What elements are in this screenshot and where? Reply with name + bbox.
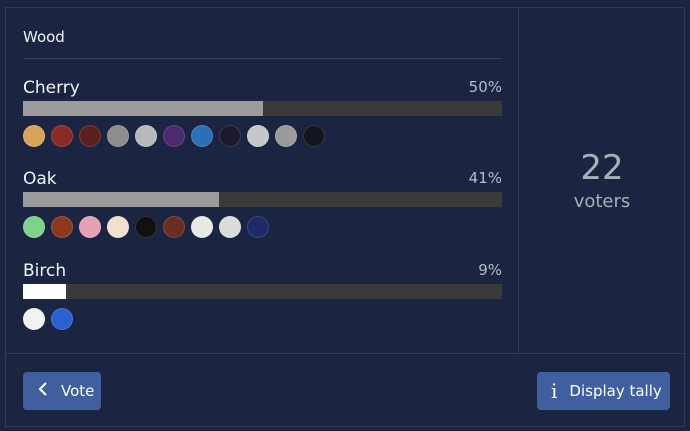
poll-card: Wood Cherry 50% Oak 41% Birch 9% 22 vote… [5, 7, 685, 427]
option-bar-track [23, 101, 502, 116]
display-tally-button[interactable]: i Display tally [537, 372, 670, 410]
voter-count: 22 [580, 148, 624, 188]
voter-avatar[interactable] [51, 216, 73, 238]
chevron-left-icon [37, 381, 49, 401]
voter-avatar[interactable] [163, 125, 185, 147]
vote-button-label: Vote [61, 382, 95, 400]
poll-title: Wood [23, 28, 65, 46]
voter-avatars [23, 125, 331, 147]
title-divider [23, 58, 502, 59]
voter-avatar[interactable] [23, 308, 45, 330]
voter-avatar[interactable] [107, 125, 129, 147]
poll-results-panel: Wood Cherry 50% Oak 41% Birch 9% [6, 8, 519, 353]
option-bar-fill [23, 284, 67, 299]
display-tally-button-label: Display tally [569, 382, 662, 400]
option-bar-track [23, 284, 502, 299]
poll-actions: Vote i Display tally [6, 353, 684, 427]
option-label: Cherry [23, 78, 80, 98]
voter-avatar[interactable] [79, 216, 101, 238]
voter-avatar[interactable] [247, 216, 269, 238]
voter-avatar[interactable] [191, 216, 213, 238]
voter-avatar[interactable] [247, 125, 269, 147]
option-percent: 9% [478, 261, 502, 279]
voter-count-label: voters [573, 191, 631, 212]
voter-avatar[interactable] [303, 125, 325, 147]
option-bar-track [23, 192, 502, 207]
option-percent: 41% [468, 169, 502, 187]
voter-avatar[interactable] [23, 125, 45, 147]
option-bar-fill [23, 101, 263, 116]
voter-avatar[interactable] [219, 216, 241, 238]
voter-avatar[interactable] [23, 216, 45, 238]
voter-summary: 22 voters [519, 8, 685, 353]
vote-button[interactable]: Vote [23, 372, 101, 410]
voter-avatar[interactable] [79, 125, 101, 147]
voter-avatar[interactable] [135, 125, 157, 147]
voter-avatar[interactable] [219, 125, 241, 147]
option-label: Birch [23, 261, 67, 281]
voter-avatars [23, 216, 275, 238]
option-bar-fill [23, 192, 220, 207]
option-percent: 50% [468, 78, 502, 96]
voter-avatar[interactable] [135, 216, 157, 238]
voter-avatar[interactable] [163, 216, 185, 238]
voter-avatar[interactable] [191, 125, 213, 147]
voter-avatar[interactable] [51, 308, 73, 330]
voter-avatar[interactable] [275, 125, 297, 147]
voter-avatar[interactable] [107, 216, 129, 238]
info-icon: i [551, 379, 558, 403]
voter-avatars [23, 308, 79, 330]
voter-avatar[interactable] [51, 125, 73, 147]
option-label: Oak [23, 169, 57, 189]
